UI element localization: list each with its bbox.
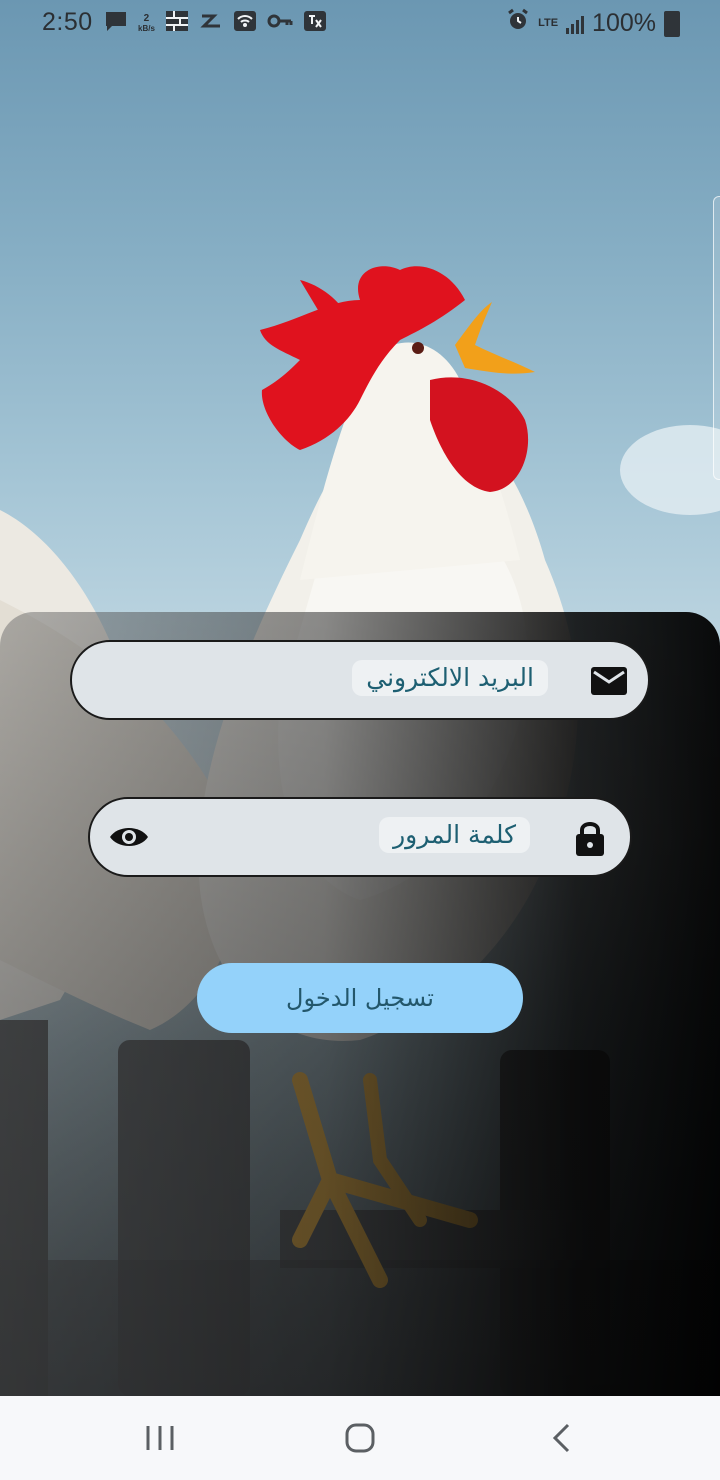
key-icon [267, 10, 293, 37]
alarm-icon [506, 8, 530, 39]
back-icon[interactable] [542, 1422, 582, 1454]
navigation-bar [0, 1396, 720, 1480]
status-left-icons: 2 kB/s [104, 10, 327, 37]
network-speed-unit: kB/s [138, 23, 155, 33]
status-bar: 2:50 2 kB/s LTE 100% [0, 0, 720, 46]
login-button[interactable]: تسجيل الدخول [197, 963, 523, 1033]
z-app-icon [199, 10, 223, 37]
mail-icon [590, 666, 628, 696]
password-field[interactable]: كلمة المرور [88, 797, 632, 877]
eye-icon[interactable] [108, 821, 150, 853]
network-type: LTE [538, 17, 559, 29]
battery-charging-icon [664, 10, 680, 37]
recents-icon[interactable] [140, 1422, 180, 1454]
battery-percent: 100% [592, 9, 656, 37]
translate-icon [303, 10, 327, 37]
email-placeholder: البريد الالكتروني [352, 660, 548, 696]
network-speed: 2 kB/s [138, 12, 155, 34]
lock-icon [574, 819, 606, 857]
edge-panel-handle[interactable] [713, 196, 720, 480]
login-screen: 2:50 2 kB/s LTE 100% البريد الالكتروني ك… [0, 0, 720, 1480]
network-speed-value: 2 [143, 12, 150, 24]
home-icon[interactable] [340, 1422, 380, 1454]
email-field[interactable]: البريد الالكتروني [70, 640, 650, 720]
wifi-icon [233, 10, 257, 37]
signal-icon [566, 14, 585, 34]
status-right-icons: LTE 100% [506, 8, 680, 39]
status-time: 2:50 [42, 8, 93, 36]
message-icon [104, 10, 128, 37]
password-placeholder: كلمة المرور [379, 817, 530, 853]
grid-app-icon [165, 10, 189, 37]
